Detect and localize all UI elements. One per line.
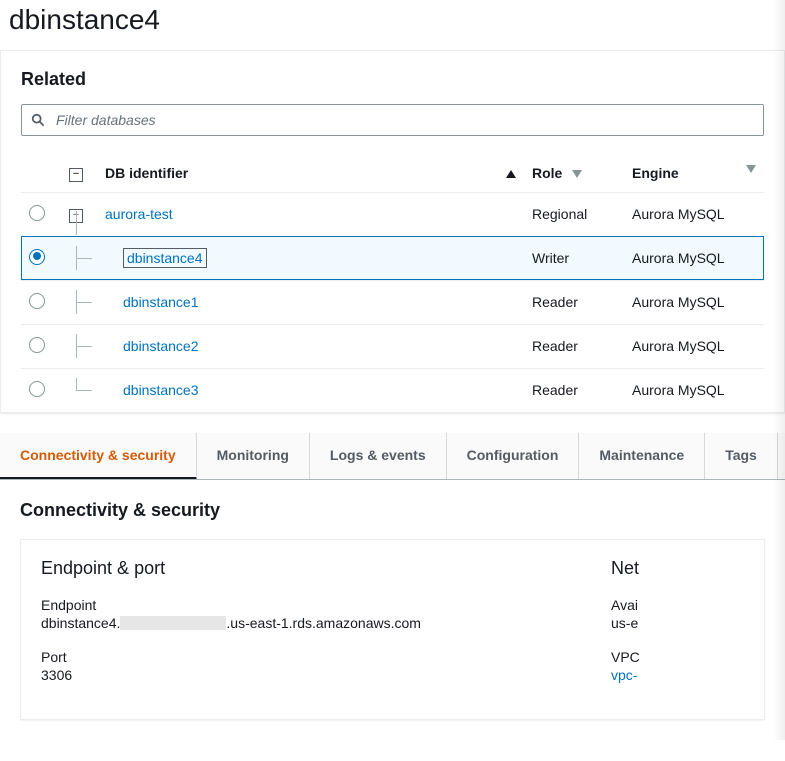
- vpc-link[interactable]: vpc-: [611, 667, 744, 683]
- db-identifier-link[interactable]: dbinstance3: [123, 382, 199, 398]
- row-engine: Aurora MySQL: [624, 324, 764, 368]
- tree-line: [76, 378, 77, 390]
- col-db-identifier-label: DB identifier: [105, 165, 188, 181]
- col-db-identifier[interactable]: DB identifier: [97, 154, 524, 192]
- filter-databases-wrap: [21, 104, 764, 136]
- networking-heading: Net: [611, 558, 744, 579]
- row-role: Writer: [524, 236, 624, 280]
- tree-line: [76, 302, 92, 303]
- col-select: [21, 154, 61, 192]
- tree-line: [76, 390, 92, 391]
- related-panel: Related − DB identifier: [0, 50, 785, 413]
- tab-maintenance[interactable]: Maintenance: [579, 433, 705, 479]
- row-engine: Aurora MySQL: [624, 236, 764, 280]
- col-engine[interactable]: Engine: [624, 154, 764, 192]
- tab-tags[interactable]: Tags: [705, 433, 778, 479]
- search-icon: [31, 113, 45, 127]
- table-row[interactable]: − aurora-test Regional Aurora MySQL: [21, 192, 764, 236]
- table-row[interactable]: dbinstance3 Reader Aurora MySQL: [21, 368, 764, 412]
- col-role-label: Role: [532, 165, 562, 181]
- connectivity-security-section: Connectivity & security Endpoint & port …: [0, 480, 785, 740]
- port-label: Port: [41, 649, 551, 665]
- az-label: Avai: [611, 597, 744, 613]
- section-title: Connectivity & security: [20, 500, 765, 521]
- tab-logs-events[interactable]: Logs & events: [310, 433, 447, 479]
- table-row[interactable]: dbinstance4 Writer Aurora MySQL: [21, 236, 764, 280]
- related-heading: Related: [21, 69, 764, 90]
- row-radio[interactable]: [29, 249, 45, 265]
- detail-columns: Endpoint & port Endpoint dbinstance4. .u…: [20, 539, 765, 720]
- az-value: us-e: [611, 615, 744, 631]
- row-role: Reader: [524, 280, 624, 324]
- sort-asc-icon: [506, 170, 516, 178]
- endpoint-redacted: [120, 616, 226, 630]
- sort-icon: [746, 165, 756, 173]
- endpoint-value: dbinstance4. .us-east-1.rds.amazonaws.co…: [41, 615, 551, 631]
- endpoint-prefix: dbinstance4.: [41, 615, 120, 631]
- page-title: dbinstance4: [0, 0, 785, 50]
- endpoint-suffix: .us-east-1.rds.amazonaws.com: [226, 615, 421, 631]
- vpc-label: VPC: [611, 649, 744, 665]
- table-row[interactable]: dbinstance2 Reader Aurora MySQL: [21, 324, 764, 368]
- table-row[interactable]: dbinstance1 Reader Aurora MySQL: [21, 280, 764, 324]
- row-engine: Aurora MySQL: [624, 192, 764, 236]
- detail-tabs: Connectivity & security Monitoring Logs …: [0, 433, 785, 480]
- tab-connectivity-security[interactable]: Connectivity & security: [0, 433, 197, 480]
- tree-line: [76, 258, 92, 259]
- col-tree: −: [61, 154, 97, 192]
- filter-databases-input[interactable]: [21, 104, 764, 136]
- col-role[interactable]: Role: [524, 154, 624, 192]
- sort-icon: [572, 170, 582, 178]
- row-radio[interactable]: [29, 293, 45, 309]
- tab-monitoring[interactable]: Monitoring: [197, 433, 310, 479]
- networking-column: Net Avai us-e VPC vpc-: [611, 558, 744, 701]
- row-role: Regional: [524, 192, 624, 236]
- tab-configuration[interactable]: Configuration: [447, 433, 580, 479]
- row-engine: Aurora MySQL: [624, 368, 764, 412]
- databases-table: − DB identifier Role Engine: [21, 154, 764, 412]
- tree-line: [76, 346, 92, 347]
- row-radio[interactable]: [29, 337, 45, 353]
- row-engine: Aurora MySQL: [624, 280, 764, 324]
- row-radio[interactable]: [29, 381, 45, 397]
- port-value: 3306: [41, 667, 551, 683]
- collapse-all-icon[interactable]: −: [69, 168, 83, 182]
- endpoint-port-column: Endpoint & port Endpoint dbinstance4. .u…: [41, 558, 551, 701]
- db-identifier-link[interactable]: aurora-test: [105, 206, 173, 222]
- db-identifier-link[interactable]: dbinstance2: [123, 338, 199, 354]
- endpoint-label: Endpoint: [41, 597, 551, 613]
- row-radio[interactable]: [29, 205, 45, 221]
- col-engine-label: Engine: [632, 165, 679, 181]
- row-role: Reader: [524, 324, 624, 368]
- row-role: Reader: [524, 368, 624, 412]
- db-identifier-link[interactable]: dbinstance4: [123, 248, 207, 268]
- tree-line: [76, 211, 77, 235]
- endpoint-port-heading: Endpoint & port: [41, 558, 551, 579]
- db-identifier-link[interactable]: dbinstance1: [123, 294, 199, 310]
